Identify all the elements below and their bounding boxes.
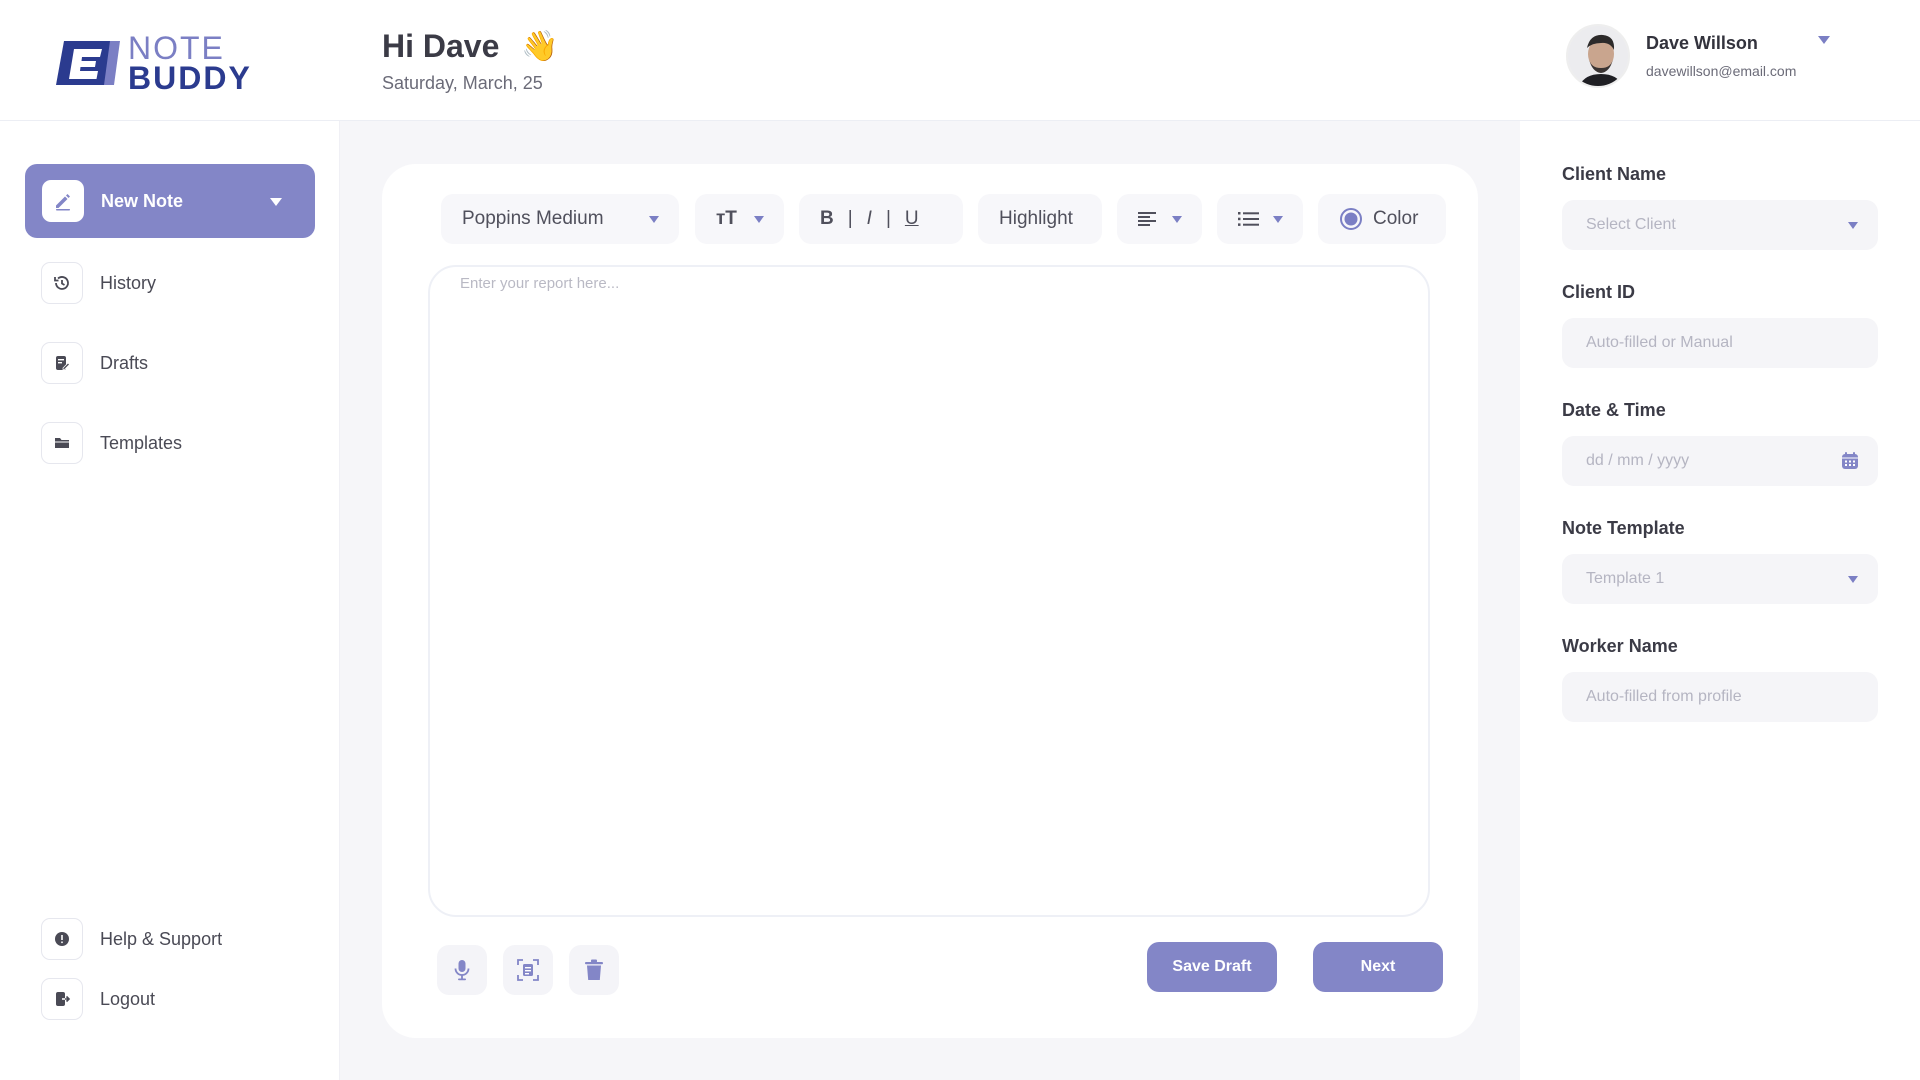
highlight-label: Highlight <box>999 208 1073 229</box>
note-template-select[interactable]: Template 1 <box>1562 554 1878 604</box>
logo-text-buddy: BUDDY <box>128 60 252 96</box>
text-size-icon: тT <box>716 208 737 229</box>
divider: | <box>847 208 853 229</box>
list-icon <box>1238 212 1259 226</box>
folder-icon <box>41 422 83 464</box>
note-details-panel: Client Name Select Client Client ID Auto… <box>1520 121 1920 1080</box>
sidebar-item-drafts[interactable]: Drafts <box>41 342 148 384</box>
chevron-down-icon <box>1172 216 1182 223</box>
divider: | <box>885 208 891 229</box>
sidebar-item-label: Templates <box>100 432 183 453</box>
sidebar-item-help[interactable]: Help & Support <box>41 918 222 960</box>
worker-name-label: Worker Name <box>1562 636 1678 656</box>
chevron-down-icon <box>1848 222 1858 229</box>
client-name-label: Client Name <box>1562 164 1667 184</box>
highlight-button[interactable]: Highlight <box>978 194 1102 244</box>
color-swatch-icon <box>1340 208 1362 230</box>
date-time-label: Date & Time <box>1562 400 1666 420</box>
chevron-down-icon <box>754 216 764 223</box>
client-select-placeholder: Select Client <box>1586 216 1676 233</box>
user-email: davewillson@email.com <box>1646 63 1797 79</box>
font-family-select[interactable]: Poppins Medium <box>441 194 679 244</box>
microphone-button[interactable] <box>437 945 487 995</box>
greeting: Hi Dave 👋 Saturday, March, 25 <box>382 28 559 94</box>
client-id-field[interactable]: Auto-filled or Manual <box>1562 318 1878 368</box>
list-select[interactable] <box>1217 194 1303 244</box>
main-content: Poppins Medium тT B | I | U Highlight Co… <box>340 121 1520 1080</box>
chevron-down-icon <box>270 198 282 206</box>
drafts-icon <box>41 342 83 384</box>
editor-card: Poppins Medium тT B | I | U Highlight Co… <box>382 164 1478 1038</box>
font-family-value: Poppins Medium <box>462 208 604 229</box>
chevron-down-icon[interactable] <box>1818 36 1830 44</box>
worker-name-placeholder: Auto-filled from profile <box>1586 688 1742 705</box>
new-note-label: New Note <box>101 190 184 211</box>
logo-mark-icon <box>56 41 120 85</box>
scan-document-button[interactable] <box>503 945 553 995</box>
sidebar-item-logout[interactable]: Logout <box>41 978 155 1020</box>
client-id-label: Client ID <box>1562 282 1636 302</box>
chevron-down-icon <box>649 216 659 223</box>
text-style-group: B | I | U <box>799 194 963 244</box>
scan-document-icon <box>517 959 539 981</box>
user-name: Dave Willson <box>1646 33 1758 53</box>
color-picker-button[interactable]: Color <box>1318 194 1446 244</box>
worker-name-field[interactable]: Auto-filled from profile <box>1562 672 1878 722</box>
date-field[interactable]: dd / mm / yyyy <box>1562 436 1878 486</box>
client-select[interactable]: Select Client <box>1562 200 1878 250</box>
sidebar-item-label: Drafts <box>100 352 149 373</box>
italic-button[interactable]: I <box>867 208 872 230</box>
date-placeholder: dd / mm / yyyy <box>1586 452 1690 469</box>
new-note-button[interactable]: New Note <box>25 164 315 238</box>
greeting-title: Hi Dave <box>382 28 500 64</box>
logout-icon <box>41 978 83 1020</box>
trash-icon <box>585 959 603 980</box>
note-template-label: Note Template <box>1562 518 1685 538</box>
sidebar-item-label: Logout <box>100 988 156 1009</box>
help-icon <box>41 918 83 960</box>
pencil-icon <box>42 180 84 222</box>
color-label: Color <box>1373 208 1419 229</box>
note-template-value: Template 1 <box>1586 570 1665 587</box>
avatar-icon <box>1568 26 1628 86</box>
next-button[interactable]: Next <box>1313 942 1443 992</box>
bold-button[interactable]: B <box>820 208 834 230</box>
sidebar-item-history[interactable]: History <box>41 262 156 304</box>
user-menu[interactable]: Dave Willson davewillson@email.com <box>1566 24 1830 88</box>
chevron-down-icon <box>1848 576 1858 583</box>
sidebar-item-label: History <box>100 272 157 293</box>
sidebar-item-label: Help & Support <box>100 928 223 949</box>
avatar[interactable] <box>1566 24 1630 88</box>
chevron-down-icon <box>1273 216 1283 223</box>
microphone-icon <box>454 960 470 981</box>
font-size-select[interactable]: тT <box>695 194 784 244</box>
underline-button[interactable]: U <box>905 208 919 230</box>
align-select[interactable] <box>1117 194 1202 244</box>
sidebar: New Note History Drafts Templates Help &… <box>0 121 340 1080</box>
delete-button[interactable] <box>569 945 619 995</box>
save-draft-button[interactable]: Save Draft <box>1147 942 1277 992</box>
client-id-placeholder: Auto-filled or Manual <box>1586 334 1733 351</box>
wave-icon: 👋 <box>521 30 559 63</box>
calendar-icon[interactable] <box>1840 451 1860 471</box>
sidebar-item-templates[interactable]: Templates <box>41 422 182 464</box>
report-editor[interactable] <box>428 265 1430 917</box>
app-logo[interactable]: NOTE BUDDY <box>52 32 252 94</box>
greeting-date: Saturday, March, 25 <box>382 73 543 93</box>
top-header: NOTE BUDDY Hi Dave 👋 Saturday, March, 25… <box>0 0 1920 121</box>
align-left-icon <box>1138 212 1156 226</box>
history-icon <box>41 262 83 304</box>
